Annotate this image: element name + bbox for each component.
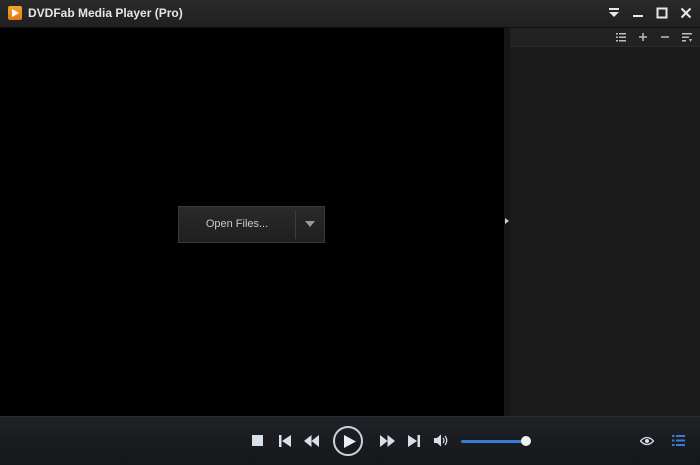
playlist-toggle-icon[interactable] [672, 434, 685, 447]
rewind-icon[interactable] [304, 435, 319, 447]
minimize-icon[interactable] [630, 5, 646, 21]
play-icon [344, 435, 356, 448]
control-bar [0, 416, 700, 465]
volume-level-fill [461, 440, 527, 443]
eye-icon[interactable] [640, 436, 654, 446]
close-icon[interactable] [678, 5, 694, 21]
playlist-toolbar [510, 28, 700, 47]
playlist-list[interactable] [510, 47, 700, 416]
title-bar[interactable]: DVDFab Media Player (Pro) [0, 0, 700, 28]
window-title: DVDFab Media Player (Pro) [28, 6, 183, 20]
next-icon[interactable] [408, 435, 420, 447]
stop-icon[interactable] [252, 435, 263, 446]
open-files-dropdown[interactable] [296, 207, 324, 242]
maximize-icon[interactable] [654, 5, 670, 21]
menu-icon[interactable] [606, 5, 622, 21]
volume-icon[interactable] [434, 434, 449, 447]
volume-slider[interactable] [461, 436, 532, 446]
volume-slider-handle[interactable] [521, 436, 532, 446]
video-area[interactable]: Open Files... [0, 28, 504, 416]
playlist-panel [510, 28, 700, 416]
list-icon[interactable] [615, 31, 627, 43]
previous-icon[interactable] [279, 435, 291, 447]
fast-forward-icon[interactable] [380, 435, 395, 447]
player-window: DVDFab Media Player (Pro) Open Files... [0, 0, 700, 465]
remove-icon[interactable] [659, 31, 671, 43]
add-icon[interactable] [637, 31, 649, 43]
open-files-button[interactable]: Open Files... [179, 207, 295, 242]
collapse-arrow-icon[interactable] [505, 218, 509, 224]
play-button[interactable] [333, 426, 363, 456]
play-logo-icon [8, 6, 22, 20]
chevron-down-icon [305, 221, 315, 227]
sort-icon[interactable] [681, 31, 693, 43]
open-files-button-group: Open Files... [178, 206, 325, 243]
